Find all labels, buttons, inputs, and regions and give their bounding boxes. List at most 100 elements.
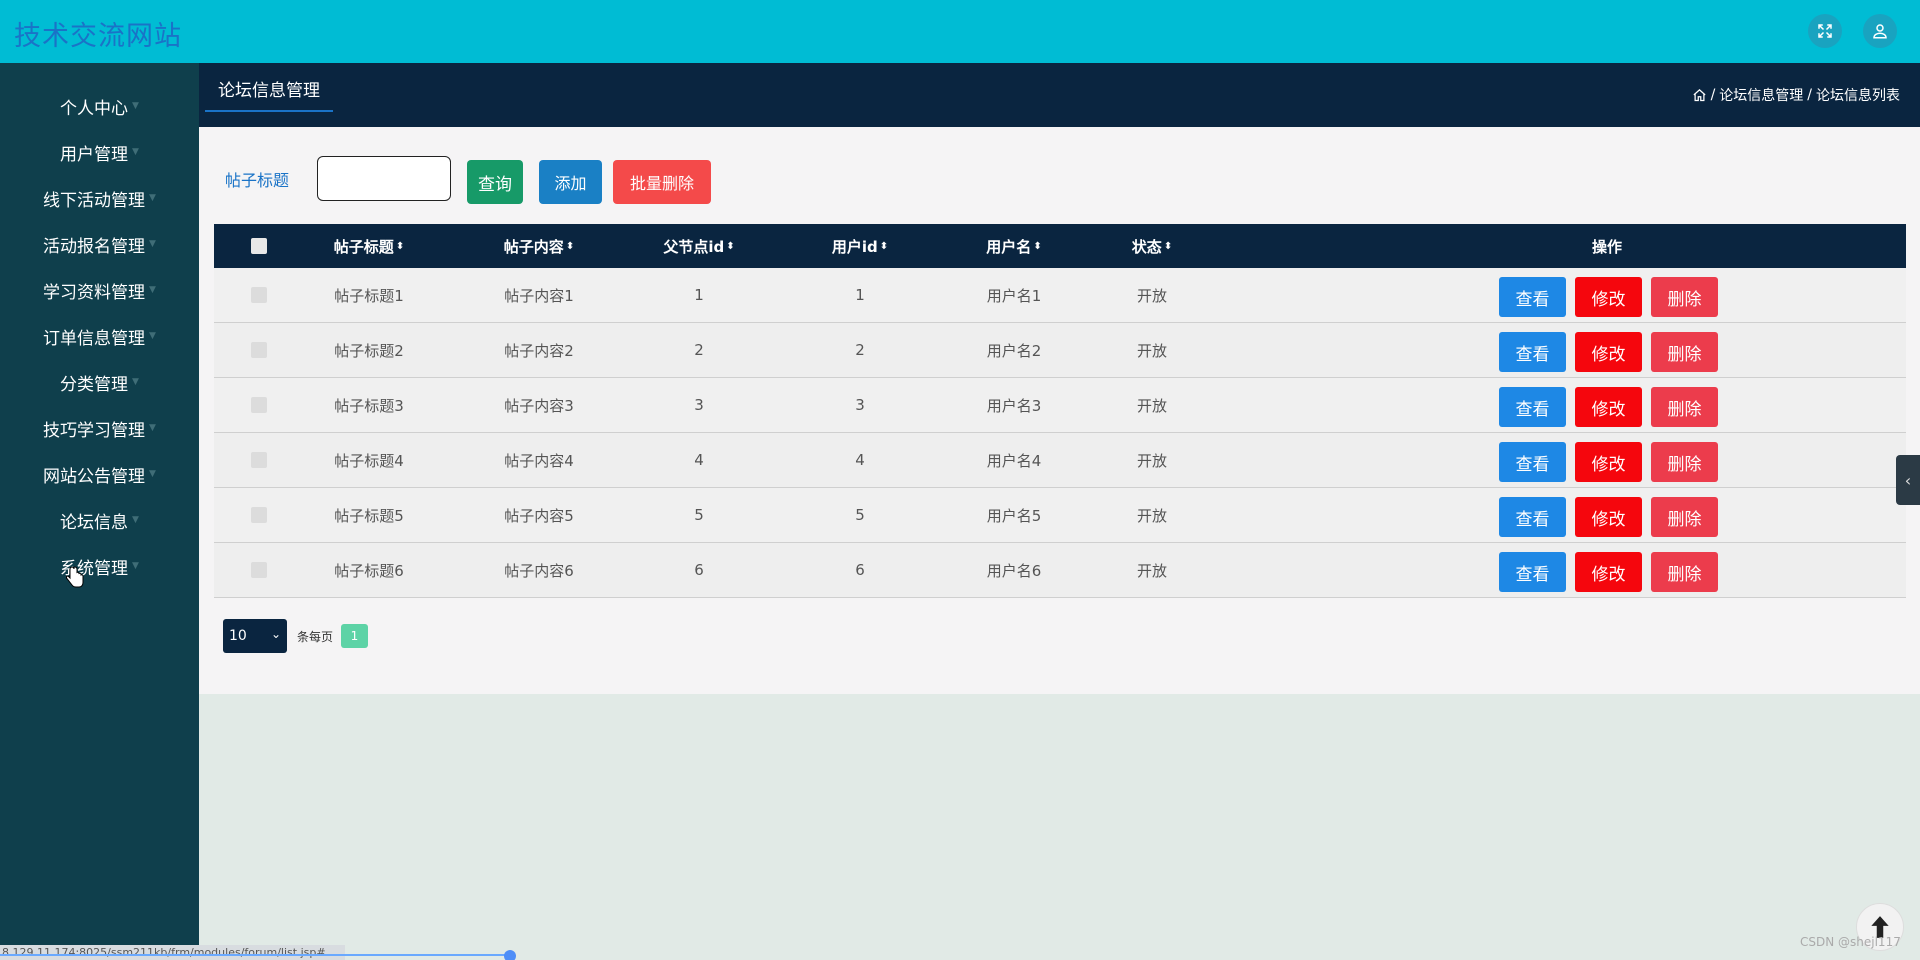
cell-title: 帖子标题1 xyxy=(334,286,404,305)
table-row: 帖子标题5 帖子内容5 5 5 用户名5 开放 查看 修改 删除 xyxy=(214,488,1906,543)
row-checkbox[interactable] xyxy=(244,543,274,597)
breadcrumb-separator: / xyxy=(1710,87,1716,103)
cell-username: 用户名5 xyxy=(986,506,1042,525)
cell-username: 用户名3 xyxy=(986,396,1042,415)
sidebar-item-label: 线下活动管理 xyxy=(43,190,146,211)
view-button[interactable]: 查看 xyxy=(1499,552,1566,592)
sidebar-item-label: 活动报名管理 xyxy=(43,236,146,257)
cell-user-id: 4 xyxy=(855,451,865,469)
cell-parent-id: 2 xyxy=(694,341,704,359)
row-checkbox[interactable] xyxy=(244,268,274,322)
top-header: 技术交流网站 xyxy=(0,0,1920,63)
sidebar-item-categories[interactable]: 分类管理 ▼ xyxy=(0,362,199,402)
row-checkbox[interactable] xyxy=(244,433,274,487)
edit-button[interactable]: 修改 xyxy=(1575,387,1642,427)
delete-button[interactable]: 删除 xyxy=(1651,332,1718,372)
sidebar-item-orders[interactable]: 订单信息管理 ▼ xyxy=(0,316,199,356)
edit-button[interactable]: 修改 xyxy=(1575,277,1642,317)
table-row: 帖子标题2 帖子内容2 2 2 用户名2 开放 查看 修改 删除 xyxy=(214,323,1906,378)
cell-parent-id: 6 xyxy=(694,561,704,579)
chevron-down-icon: ▼ xyxy=(132,515,139,525)
chevron-down-icon: ▼ xyxy=(149,331,156,341)
cell-username: 用户名2 xyxy=(986,341,1042,360)
select-all-checkbox[interactable] xyxy=(244,224,274,268)
forum-table: 帖子标题 ⬍ 帖子内容 ⬍ 父节点id ⬍ 用户id ⬍ 用户名 ⬍ 状态 ⬍ 操作 帖子标… xyxy=(214,224,1906,598)
edit-button[interactable]: 修改 xyxy=(1575,552,1642,592)
cell-content: 帖子内容5 xyxy=(504,506,574,525)
sidebar-item-forum[interactable]: 论坛信息 ▼ xyxy=(0,500,199,540)
batch-delete-button[interactable]: 批量删除 xyxy=(613,160,711,204)
column-header-status[interactable]: 状态 ⬍ xyxy=(1092,224,1212,268)
view-button[interactable]: 查看 xyxy=(1499,442,1566,482)
home-icon[interactable] xyxy=(1692,88,1707,103)
view-button[interactable]: 查看 xyxy=(1499,497,1566,537)
sidebar-item-personal-center[interactable]: 个人中心 ▼ xyxy=(0,86,199,126)
chevron-down-icon: ▼ xyxy=(132,101,139,111)
watermark: CSDN @shejl117 xyxy=(1800,935,1901,949)
cell-username: 用户名1 xyxy=(986,286,1042,305)
hand-cursor-icon xyxy=(66,566,84,588)
page-number-button[interactable]: 1 xyxy=(341,624,368,648)
content-header: 论坛信息管理 / 论坛信息管理 / 论坛信息列表 xyxy=(199,63,1920,127)
view-button[interactable]: 查看 xyxy=(1499,387,1566,427)
sidebar-item-activity-signup[interactable]: 活动报名管理 ▼ xyxy=(0,224,199,264)
user-button[interactable] xyxy=(1863,14,1897,48)
row-checkbox[interactable] xyxy=(244,378,274,432)
cell-title: 帖子标题3 xyxy=(334,396,404,415)
sidebar-item-users[interactable]: 用户管理 ▼ xyxy=(0,132,199,172)
table-header: 帖子标题 ⬍ 帖子内容 ⬍ 父节点id ⬍ 用户id ⬍ 用户名 ⬍ 状态 ⬍ 操作 xyxy=(214,224,1906,268)
view-button[interactable]: 查看 xyxy=(1499,332,1566,372)
sidebar-item-offline-activities[interactable]: 线下活动管理 ▼ xyxy=(0,178,199,218)
delete-button[interactable]: 删除 xyxy=(1651,277,1718,317)
tab-forum-management[interactable]: 论坛信息管理 xyxy=(205,77,333,112)
site-title[interactable]: 技术交流网站 xyxy=(14,14,182,53)
side-panel-toggle[interactable]: ‹ xyxy=(1896,455,1920,505)
cell-content: 帖子内容6 xyxy=(504,561,574,580)
delete-button[interactable]: 删除 xyxy=(1651,387,1718,427)
cell-content: 帖子内容1 xyxy=(504,286,574,305)
sidebar-item-skills[interactable]: 技巧学习管理 ▼ xyxy=(0,408,199,448)
cell-content: 帖子内容3 xyxy=(504,396,574,415)
sidebar-item-system[interactable]: 系统管理 ▼ xyxy=(0,546,199,586)
progress-knob xyxy=(504,950,516,960)
fullscreen-button[interactable] xyxy=(1808,14,1842,48)
sidebar-item-study-materials[interactable]: 学习资料管理 ▼ xyxy=(0,270,199,310)
fullscreen-icon xyxy=(1818,24,1832,38)
column-header-title[interactable]: 帖子标题 ⬍ xyxy=(309,224,429,268)
sort-icon: ⬍ xyxy=(879,240,889,252)
progress-bar xyxy=(0,954,510,956)
add-button[interactable]: 添加 xyxy=(539,160,602,204)
cell-title: 帖子标题2 xyxy=(334,341,404,360)
view-button[interactable]: 查看 xyxy=(1499,277,1566,317)
sidebar-item-announcements[interactable]: 网站公告管理 ▼ xyxy=(0,454,199,494)
sidebar-item-label: 学习资料管理 xyxy=(43,282,146,303)
column-header-user-id[interactable]: 用户id ⬍ xyxy=(800,224,920,268)
breadcrumb-item[interactable]: 论坛信息管理 xyxy=(1719,85,1803,105)
column-header-username[interactable]: 用户名 ⬍ xyxy=(954,224,1074,268)
delete-button[interactable]: 删除 xyxy=(1651,442,1718,482)
row-checkbox[interactable] xyxy=(244,488,274,542)
cell-user-id: 1 xyxy=(855,286,865,304)
chevron-down-icon: ▼ xyxy=(149,423,156,433)
delete-button[interactable]: 删除 xyxy=(1651,497,1718,537)
sidebar-item-label: 个人中心 xyxy=(60,98,129,119)
cell-status: 开放 xyxy=(1136,451,1167,470)
table-row: 帖子标题3 帖子内容3 3 3 用户名3 开放 查看 修改 删除 xyxy=(214,378,1906,433)
edit-button[interactable]: 修改 xyxy=(1575,332,1642,372)
sort-icon: ⬍ xyxy=(1163,240,1173,252)
edit-button[interactable]: 修改 xyxy=(1575,442,1642,482)
column-header-content[interactable]: 帖子内容 ⬍ xyxy=(479,224,599,268)
browser-status-url: 8.129.11.174:8025/ssm211kb/frm/modules/f… xyxy=(0,945,345,960)
search-input[interactable] xyxy=(317,156,451,201)
edit-button[interactable]: 修改 xyxy=(1575,497,1642,537)
cell-user-id: 2 xyxy=(855,341,865,359)
page-size-select[interactable]: 10 ⌄ xyxy=(223,619,287,653)
delete-button[interactable]: 删除 xyxy=(1651,552,1718,592)
table-row: 帖子标题1 帖子内容1 1 1 用户名1 开放 查看 修改 删除 xyxy=(214,268,1906,323)
cell-parent-id: 1 xyxy=(694,286,704,304)
row-checkbox[interactable] xyxy=(244,323,274,377)
query-button[interactable]: 查询 xyxy=(467,160,523,204)
breadcrumb: / 论坛信息管理 / 论坛信息列表 xyxy=(1692,85,1900,105)
column-header-parent-id[interactable]: 父节点id ⬍ xyxy=(639,224,759,268)
cell-content: 帖子内容2 xyxy=(504,341,574,360)
